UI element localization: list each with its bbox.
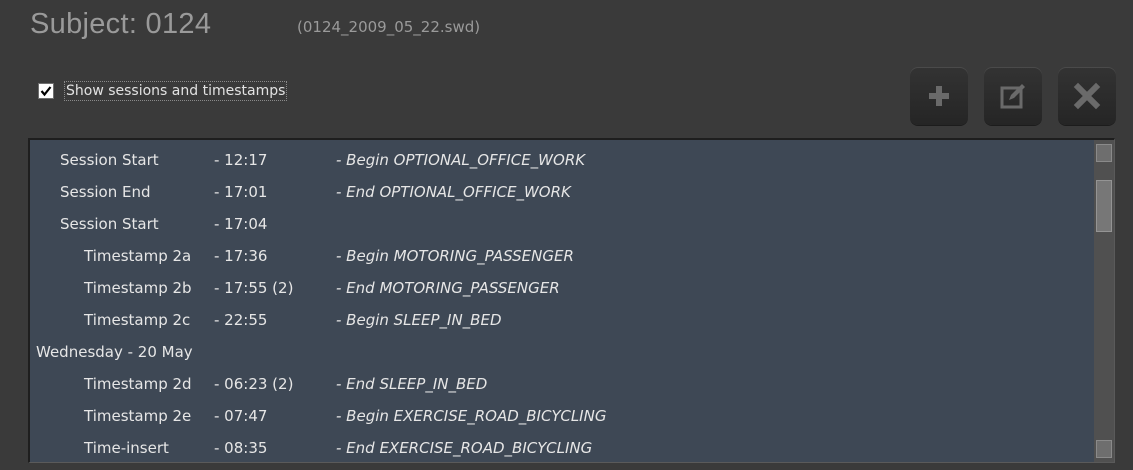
row-time: - 12:17: [214, 151, 268, 169]
checkmark-icon: [40, 86, 52, 97]
subject-title: Subject: 0124: [30, 8, 212, 40]
list-item[interactable]: Timestamp 2a - 17:36 - Begin MOTORING_PA…: [30, 240, 1095, 272]
row-time: - 07:47: [214, 407, 268, 425]
list-item[interactable]: Timestamp 2e - 07:47 - Begin EXERCISE_RO…: [30, 400, 1095, 432]
row-event: - Begin EXERCISE_ROAD_BICYCLING: [336, 407, 607, 425]
row-time: - 17:55 (2): [214, 279, 294, 297]
show-sessions-option[interactable]: Show sessions and timestamps: [38, 80, 288, 102]
row-label: Timestamp 2b: [84, 279, 192, 297]
edit-icon: [1000, 84, 1025, 109]
list-item[interactable]: Timestamp 2c - 22:55 - Begin SLEEP_IN_BE…: [30, 304, 1095, 336]
sessions-list[interactable]: Session Start - 12:17 - Begin OPTIONAL_O…: [28, 138, 1115, 463]
list-item[interactable]: Session Start - 17:04: [30, 208, 1095, 240]
row-event: - Begin OPTIONAL_OFFICE_WORK: [336, 151, 586, 169]
row-event: - End EXERCISE_ROAD_BICYCLING: [336, 439, 593, 457]
row-event: - Begin SLEEP_IN_BED: [336, 311, 502, 329]
header: Subject: 0124 (0124_2009_05_22.swd) Show…: [0, 0, 1133, 130]
row-time: - 17:01: [214, 183, 268, 201]
scroll-up-button[interactable]: [1096, 144, 1112, 162]
vertical-scrollbar[interactable]: [1094, 140, 1114, 462]
row-event: - Begin MOTORING_PASSENGER: [336, 247, 574, 265]
scroll-down-button[interactable]: [1096, 440, 1112, 458]
row-label: Timestamp 2d: [84, 375, 192, 393]
show-sessions-checkbox[interactable]: [38, 83, 54, 99]
list-item[interactable]: Time-insert - 08:35 - End EXERCISE_ROAD_…: [30, 432, 1095, 462]
close-icon: [1073, 82, 1101, 110]
scroll-thumb[interactable]: [1096, 180, 1112, 232]
row-time: - 22:55: [214, 311, 268, 329]
row-label: Timestamp 2a: [84, 247, 192, 265]
row-label: Timestamp 2c: [84, 311, 191, 329]
row-label: Session Start: [60, 151, 159, 169]
row-label: Session Start: [60, 215, 159, 233]
row-event: - End SLEEP_IN_BED: [336, 375, 488, 393]
row-label: Session End: [60, 183, 151, 201]
plus-icon: [929, 86, 949, 106]
row-time: - 06:23 (2): [214, 375, 294, 393]
sessions-rows: Session Start - 12:17 - Begin OPTIONAL_O…: [30, 144, 1095, 462]
row-event: - End MOTORING_PASSENGER: [336, 279, 560, 297]
show-sessions-label[interactable]: Show sessions and timestamps: [64, 81, 288, 101]
row-label: Timestamp 2e: [84, 407, 192, 425]
row-time: - 17:36: [214, 247, 268, 265]
row-event: - End OPTIONAL_OFFICE_WORK: [336, 183, 571, 201]
add-button[interactable]: [910, 67, 968, 125]
list-item[interactable]: Timestamp 2b - 17:55 (2) - End MOTORING_…: [30, 272, 1095, 304]
list-item[interactable]: Session Start - 12:17 - Begin OPTIONAL_O…: [30, 144, 1095, 176]
list-item[interactable]: Timestamp 2d - 06:23 (2) - End SLEEP_IN_…: [30, 368, 1095, 400]
list-item[interactable]: Session End - 17:01 - End OPTIONAL_OFFIC…: [30, 176, 1095, 208]
day-header[interactable]: Wednesday - 20 May: [30, 336, 1095, 368]
day-label: Wednesday - 20 May: [36, 343, 193, 361]
row-time: - 08:35: [214, 439, 268, 457]
subject-file-name: (0124_2009_05_22.swd): [297, 18, 481, 36]
edit-button[interactable]: [984, 67, 1042, 125]
row-label: Time-insert: [84, 439, 169, 457]
delete-button[interactable]: [1058, 67, 1116, 125]
row-time: - 17:04: [214, 215, 268, 233]
